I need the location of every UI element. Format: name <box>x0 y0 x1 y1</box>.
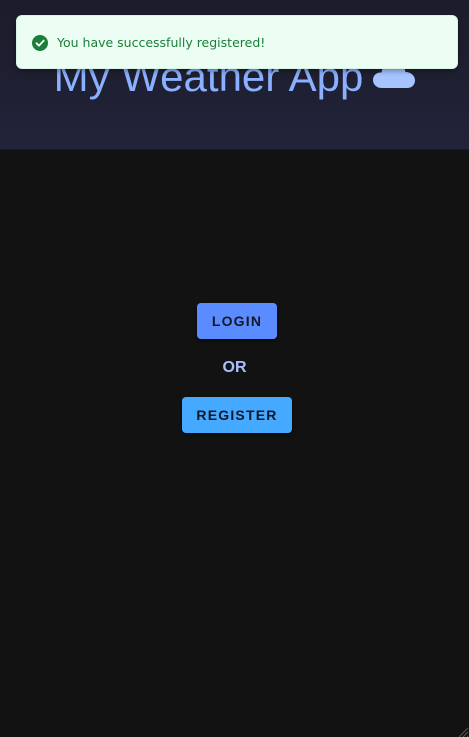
login-button[interactable]: LOGIN <box>197 303 277 339</box>
check-circle-icon <box>32 35 48 51</box>
app-page: My Weather App You have successfully reg… <box>0 0 469 737</box>
toast-message: You have successfully registered! <box>57 35 266 50</box>
register-button[interactable]: REGISTER <box>182 397 292 433</box>
success-toast: You have successfully registered! <box>16 15 458 69</box>
or-separator: OR <box>222 359 247 376</box>
resize-grip-icon[interactable] <box>457 725 469 737</box>
